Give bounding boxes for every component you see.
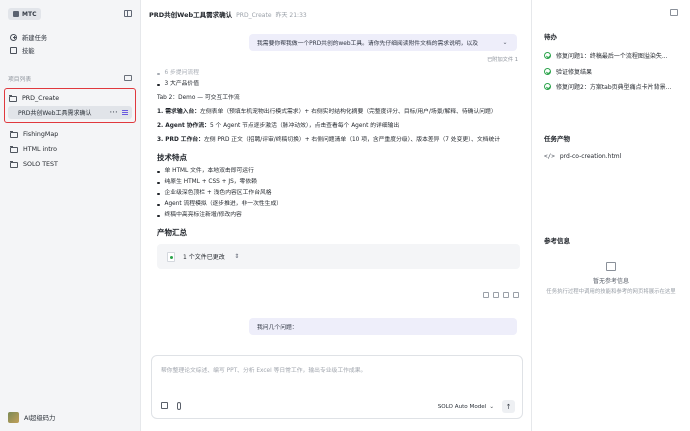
project-list: PRD_Create PRD共创Web工具需求确认 ··· FishingMap…	[4, 88, 136, 172]
thumbs-up-icon[interactable]	[483, 292, 489, 298]
message-composer[interactable]: 帮你整理论文综述、编写 PPT、分析 Excel 等日常工作，输出专业级工作成果…	[151, 355, 523, 419]
todo-title: 待办	[544, 33, 557, 41]
task-item-active[interactable]: PRD共创Web工具需求确认 ···	[8, 106, 132, 119]
code-icon: </>	[544, 153, 555, 160]
image-placeholder-icon	[606, 262, 616, 271]
composer-tools	[161, 402, 181, 410]
user-message-text: 我需要你帮我做一个PRD共创的web工具。请你先仔细阅读附件文档的需求说明，以及	[257, 41, 479, 47]
chat-time: 昨天 21:33	[275, 12, 307, 19]
composer-placeholder[interactable]: 帮你整理论文综述、编写 PPT、分析 Excel 等日常工作，输出专业级工作成果…	[161, 365, 366, 374]
chevron-down-icon: ⌄	[489, 404, 494, 410]
user-profile[interactable]: AI超级码力	[8, 412, 55, 423]
model-selector[interactable]: SOLO Auto Model ⌄	[438, 404, 494, 410]
brand-logo-icon	[13, 11, 19, 17]
workspace-name: MTC	[22, 10, 37, 18]
task-actions: ···	[110, 109, 128, 116]
step-3: 3. PRD 工作台：左侧 PRD 正文（招聘/评审/终稿切换）+ 右侧问题清单…	[157, 137, 501, 143]
file-change-label: 1 个文件已更改	[183, 254, 225, 261]
attachment-note: 已附加文件 1	[487, 57, 518, 63]
folder-icon	[9, 94, 17, 102]
expand-chevron-icon[interactable]: ⌄	[501, 39, 509, 46]
list-item: 企业级深色顶栏 + 浅色内容区工作台风格	[157, 188, 521, 199]
thumbs-down-icon[interactable]	[493, 292, 499, 298]
project-item-solo-test[interactable]: SOLO TEST	[4, 157, 136, 172]
list-item: 6 步提问流程	[157, 68, 521, 79]
sidebar: MTC 新建任务 技能 项目列表 PRD_Create PRD共创Web工具需求…	[0, 0, 141, 431]
new-task-button[interactable]: 新建任务	[8, 31, 134, 44]
project-group-active: PRD_Create PRD共创Web工具需求确认 ···	[4, 88, 136, 123]
plus-circle-icon	[10, 34, 17, 41]
list-item: 终稿中高亮标注新增/修改内容	[157, 210, 521, 221]
artifacts-title: 任务产物	[544, 135, 570, 143]
output-heading: 产物汇总	[157, 228, 187, 237]
chat-title: PRD共创Web工具需求确认	[149, 11, 233, 19]
reference-empty-state: 暂无参考信息 任务执行过程中调用的技能和参考的网页将展示在这里	[544, 262, 678, 296]
avatar	[8, 412, 19, 423]
list-item: 纯原生 HTML + CSS + JS，零依赖	[157, 177, 521, 188]
skills-label: 技能	[22, 48, 35, 55]
collapse-panel-icon[interactable]	[670, 9, 678, 16]
task-label: PRD共创Web工具需求确认	[18, 110, 92, 117]
artifact-item[interactable]: </> prd-co-creation.html	[544, 153, 621, 160]
todo-item: 修复问题2：方案tab页典型痛点卡片背景...	[544, 82, 684, 91]
reference-title: 参考信息	[544, 237, 570, 245]
model-label: SOLO Auto Model	[437, 404, 487, 410]
right-panel: 待办 修复问题1：终稿最后一个流程图溢染失... 验证修复结果 修复问题2：方案…	[531, 0, 690, 431]
assistant-response: 6 步提问流程 3 大产品价值 Tab 2：Demo — 可交互工作流 1. 需…	[157, 68, 521, 269]
copy-icon[interactable]	[503, 292, 509, 298]
folder-icon	[10, 145, 18, 153]
project-name: SOLO TEST	[23, 161, 58, 168]
project-name: FishingMap	[23, 131, 59, 138]
project-name: HTML intro	[23, 146, 58, 153]
skills-button[interactable]: 技能	[8, 44, 134, 57]
followup-message[interactable]: 我问几个问题：	[249, 318, 517, 335]
project-name: PRD_Create	[22, 95, 60, 102]
tab2-heading: Tab 2：Demo — 可交互工作流	[157, 95, 240, 101]
followup-message-text: 我问几个问题：	[257, 325, 298, 331]
chat-header: PRD共创Web工具需求确认 PRD_Create 昨天 21:33	[149, 9, 523, 19]
empty-description: 任务执行过程中调用的技能和参考的网页将展示在这里	[546, 289, 676, 295]
project-item-fishingmap[interactable]: FishingMap	[4, 127, 136, 142]
skill-icon	[10, 47, 17, 54]
folder-icon	[10, 160, 18, 168]
step-1: 1. 需求输入台：左侧表单（预填车机宠物出行模式需求）+ 右侧实时结构化摘要（完…	[157, 109, 497, 115]
send-button[interactable]: ↑	[502, 400, 515, 413]
image-icon[interactable]	[161, 402, 168, 409]
todo-item: 验证修复结果	[544, 67, 684, 76]
share-icon[interactable]	[513, 292, 519, 298]
user-name: AI超级码力	[24, 415, 56, 422]
artifact-name: prd-co-creation.html	[559, 153, 622, 160]
check-circle-icon	[544, 83, 551, 90]
user-message[interactable]: 我需要你帮我做一个PRD共创的web工具。请你先仔细阅读附件文档的需求说明，以及…	[249, 34, 517, 51]
chevron-updown-icon: ⇕	[234, 253, 240, 260]
empty-title: 暂无参考信息	[592, 278, 629, 285]
sidebar-nav: 新建任务 技能	[8, 31, 134, 57]
project-list-header: 项目列表	[8, 72, 132, 84]
sidebar-top: MTC	[8, 8, 132, 20]
project-list-label: 项目列表	[8, 76, 32, 83]
list-item: Agent 流程模拟（逐步推进，非一次性生成）	[157, 199, 521, 210]
todo-item: 修复问题1：终稿最后一个流程图溢染失...	[544, 51, 684, 60]
project-item-prd-create[interactable]: PRD_Create	[5, 91, 135, 106]
check-circle-icon	[544, 68, 551, 75]
features-heading: 技术特点	[157, 153, 187, 162]
more-icon[interactable]: ···	[110, 109, 118, 116]
attach-icon[interactable]	[177, 402, 181, 410]
new-task-label: 新建任务	[22, 35, 48, 42]
workspace-switcher[interactable]: MTC	[8, 8, 42, 20]
list-item: 3 大产品价值	[157, 79, 521, 90]
project-item-html-intro[interactable]: HTML intro	[4, 142, 136, 157]
file-change-card[interactable]: 1 个文件已更改 ⇕	[157, 244, 520, 269]
step-2: 2. Agent 协作流：5 个 Agent 节点逐步激活（脉冲动效），点击查看…	[157, 123, 400, 129]
sidebar-toggle-icon[interactable]	[124, 10, 132, 17]
check-circle-icon	[544, 52, 551, 59]
list-icon[interactable]	[122, 110, 128, 115]
chat-main: PRD共创Web工具需求确认 PRD_Create 昨天 21:33 我需要你帮…	[141, 0, 531, 431]
chat-project: PRD_Create	[236, 12, 272, 19]
list-item: 单 HTML 文件，本地双击即可运行	[157, 166, 521, 177]
add-folder-icon[interactable]	[124, 75, 132, 81]
message-actions	[483, 292, 519, 298]
file-icon	[167, 251, 175, 262]
folder-icon	[10, 130, 18, 138]
